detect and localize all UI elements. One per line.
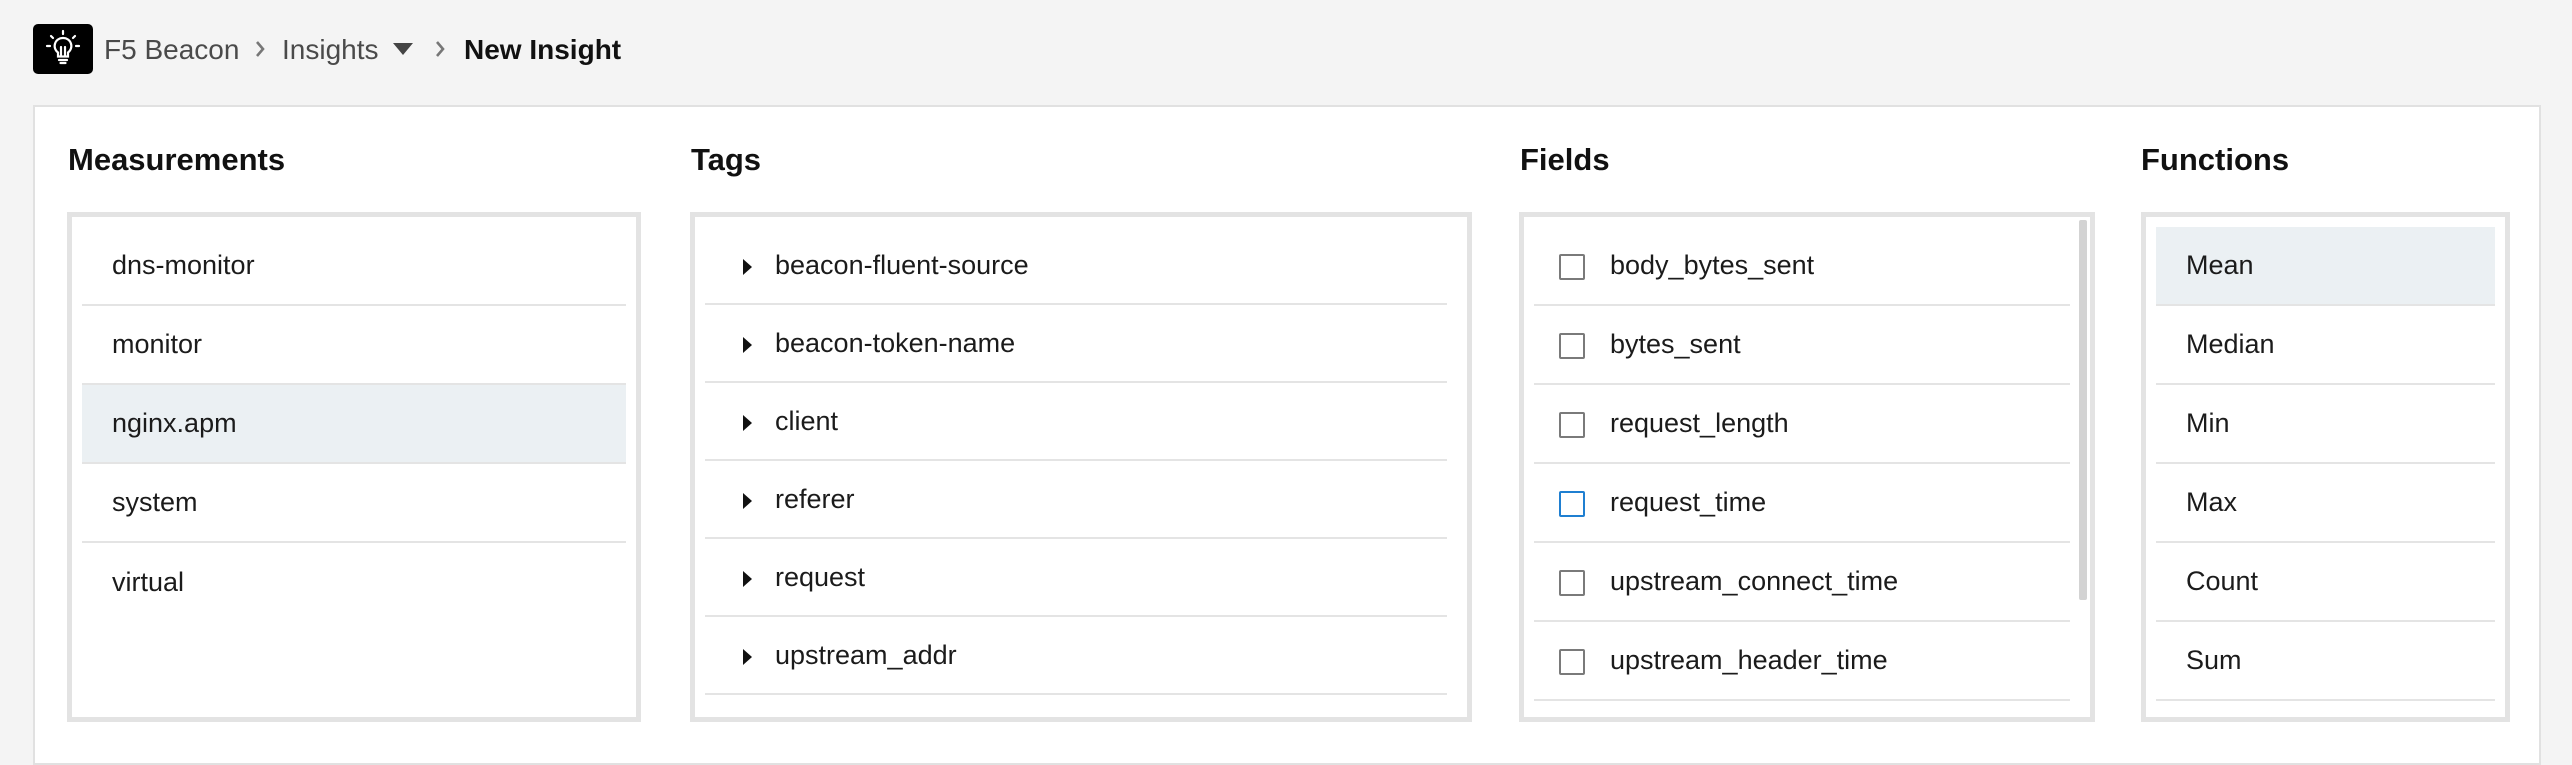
field-checkbox[interactable] <box>1559 649 1585 675</box>
field-label: body_bytes_sent <box>1610 250 1815 280</box>
field-checkbox[interactable] <box>1559 412 1585 438</box>
measurement-item-selected[interactable]: nginx.apm <box>82 385 626 464</box>
field-item[interactable]: request_length <box>1534 385 2070 464</box>
measurement-item[interactable]: dns-monitor <box>82 227 626 306</box>
function-item-selected[interactable]: Mean <box>2156 227 2495 306</box>
field-checkbox[interactable] <box>1559 333 1585 359</box>
breadcrumb-insights[interactable]: Insights <box>282 30 379 70</box>
tag-item[interactable]: upstream_addr <box>705 617 1447 695</box>
fields-panel: body_bytes_sent bytes_sent request_lengt… <box>1519 212 2095 722</box>
tag-label: beacon-fluent-source <box>775 249 1029 280</box>
tag-item[interactable]: beacon-fluent-source <box>705 227 1447 305</box>
functions-panel: Mean Median Min Max Count Sum <box>2141 212 2510 722</box>
tag-label: referer <box>775 483 855 514</box>
function-label: Mean <box>2186 250 2254 280</box>
tag-label: beacon-token-name <box>775 327 1016 358</box>
field-label: upstream_connect_time <box>1610 566 1899 596</box>
measurements-title: Measurements <box>68 142 286 177</box>
tag-label: request <box>775 561 866 592</box>
fields-title: Fields <box>1520 142 1610 177</box>
field-item[interactable]: upstream_header_time <box>1534 622 2070 701</box>
field-checkbox[interactable] <box>1559 570 1585 596</box>
measurement-item[interactable]: system <box>82 464 626 543</box>
fields-list: body_bytes_sent bytes_sent request_lengt… <box>1534 227 2070 701</box>
function-label: Median <box>2186 329 2275 359</box>
function-label: Sum <box>2186 645 2242 675</box>
function-item[interactable]: Max <box>2156 464 2495 543</box>
function-item[interactable]: Min <box>2156 385 2495 464</box>
tags-list: beacon-fluent-source beacon-token-name c… <box>705 227 1447 695</box>
top-bar: F5 Beacon Insights New Insight <box>0 0 2572 105</box>
triangle-right-icon[interactable] <box>743 415 752 431</box>
caret-down-icon[interactable] <box>392 41 414 57</box>
triangle-right-icon[interactable] <box>743 493 752 509</box>
measurement-label: monitor <box>112 329 203 359</box>
chevron-right-icon <box>436 41 445 57</box>
tag-label: upstream_addr <box>775 639 957 670</box>
breadcrumb-current: New Insight <box>464 34 622 65</box>
triangle-right-icon[interactable] <box>743 649 752 665</box>
triangle-right-icon[interactable] <box>743 259 752 275</box>
tag-item[interactable]: request <box>705 539 1447 617</box>
breadcrumb-home[interactable]: F5 Beacon <box>104 30 239 70</box>
measurement-label: nginx.apm <box>112 408 237 438</box>
fields-scrollbar[interactable] <box>2079 220 2087 600</box>
function-label: Max <box>2186 487 2238 517</box>
functions-title: Functions <box>2141 142 2290 177</box>
function-item[interactable]: Count <box>2156 543 2495 622</box>
function-item[interactable]: Sum <box>2156 622 2495 701</box>
tags-title: Tags <box>691 142 762 177</box>
tag-label: client <box>775 405 839 436</box>
field-label: request_time <box>1610 487 1767 517</box>
measurement-label: virtual <box>112 567 185 597</box>
measurement-label: dns-monitor <box>112 250 255 280</box>
function-label: Min <box>2186 408 2230 438</box>
function-label: Count <box>2186 566 2259 596</box>
field-item[interactable]: upstream_connect_time <box>1534 543 2070 622</box>
field-label: upstream_header_time <box>1610 645 1888 675</box>
triangle-right-icon[interactable] <box>743 337 752 353</box>
chevron-right-icon <box>256 41 265 57</box>
measurement-label: system <box>112 487 198 517</box>
field-checkbox-focused[interactable] <box>1559 491 1585 517</box>
function-item[interactable]: Median <box>2156 306 2495 385</box>
triangle-right-icon[interactable] <box>743 571 752 587</box>
functions-list: Mean Median Min Max Count Sum <box>2156 227 2495 701</box>
measurement-item[interactable]: virtual <box>82 543 626 622</box>
field-checkbox[interactable] <box>1559 254 1585 280</box>
field-label: request_length <box>1610 408 1789 438</box>
lightbulb-icon[interactable] <box>33 24 93 74</box>
field-item[interactable]: body_bytes_sent <box>1534 227 2070 306</box>
measurement-item[interactable]: monitor <box>82 306 626 385</box>
field-label: bytes_sent <box>1610 329 1741 359</box>
tag-item[interactable]: client <box>705 383 1447 461</box>
tag-item[interactable]: referer <box>705 461 1447 539</box>
measurements-panel: dns-monitor monitor nginx.apm system vir… <box>67 212 641 722</box>
measurements-list: dns-monitor monitor nginx.apm system vir… <box>82 227 626 622</box>
field-item[interactable]: bytes_sent <box>1534 306 2070 385</box>
field-item[interactable]: request_time <box>1534 464 2070 543</box>
tag-item[interactable]: beacon-token-name <box>705 305 1447 383</box>
tags-panel: beacon-fluent-source beacon-token-name c… <box>690 212 1472 722</box>
